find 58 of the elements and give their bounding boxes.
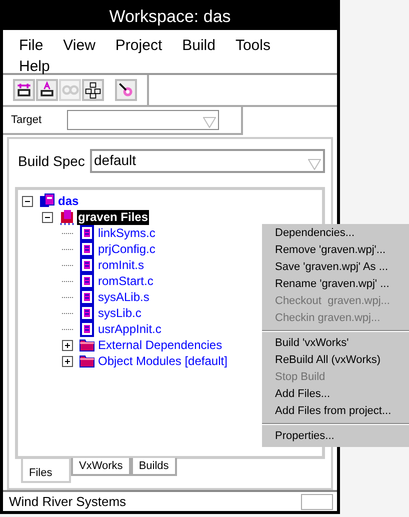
folder-icon [79, 337, 95, 353]
tree-item[interactable]: External Dependencies [97, 338, 224, 352]
status-text: Wind River Systems [9, 492, 126, 511]
expand-icon[interactable] [62, 356, 73, 366]
tree-item[interactable]: romStart.c [97, 274, 154, 288]
tab[interactable]: Files [21, 459, 71, 483]
toolbar-button[interactable] [13, 79, 35, 101]
tree-item[interactable]: romInit.s [97, 258, 146, 272]
menu-item[interactable]: Rename 'graven.wpj' ... [262, 276, 409, 293]
build-spec-label: Build Spec [17, 152, 86, 171]
tree-item[interactable]: das [57, 194, 80, 208]
tab[interactable]: VxWorks [71, 458, 131, 476]
document-icon [79, 225, 95, 241]
tree-item[interactable]: linkSyms.c [97, 226, 156, 240]
window-title: Workspace: das [3, 3, 337, 30]
tree-item[interactable]: prjConfig.c [97, 242, 156, 256]
toolbar-button[interactable] [115, 79, 137, 101]
toolbar-button[interactable] [82, 79, 104, 101]
folder-icon [79, 353, 95, 369]
menu-item[interactable]: File [19, 35, 44, 56]
project-icon [39, 193, 55, 209]
tree-item[interactable]: Object Modules [default] [97, 354, 228, 368]
boxes-icon [84, 80, 102, 100]
menu-item[interactable]: Tools [235, 35, 270, 56]
document-icon [79, 289, 95, 305]
document-icon [79, 273, 95, 289]
document-icon [79, 257, 95, 273]
menu-item[interactable]: View [63, 35, 96, 56]
menu-item[interactable]: Build [182, 35, 216, 56]
tree-item[interactable]: sysALib.s [97, 290, 150, 304]
books-icon [59, 209, 75, 225]
target-dropdown[interactable] [67, 110, 219, 130]
menu-item[interactable]: Project [115, 35, 162, 56]
tab[interactable]: Builds [130, 458, 177, 476]
build-spec-dropdown[interactable]: default [90, 149, 325, 173]
document-icon [79, 241, 95, 257]
menu-item[interactable]: Dependencies... [262, 225, 409, 242]
target-label: Target [10, 112, 43, 128]
menu-item[interactable]: Add Files... [262, 386, 409, 403]
dropdown-icon [203, 117, 216, 128]
menu-item[interactable]: Save 'graven.wpj' As ... [262, 259, 409, 276]
document-icon [79, 321, 95, 337]
menu-item[interactable]: Properties... [262, 428, 409, 445]
status-field [301, 494, 333, 510]
toolbar-button[interactable] [36, 79, 58, 101]
collapse-icon[interactable] [22, 196, 33, 206]
tree-item[interactable]: usrAppInit.c [97, 322, 162, 336]
dropdown-icon [308, 159, 321, 170]
menu-item[interactable]: Help [19, 56, 50, 77]
menu-item[interactable]: Remove 'graven.wpj'... [262, 242, 409, 259]
menu-item[interactable]: Add Files from project... [262, 403, 409, 420]
tree-item[interactable]: sysLib.c [97, 306, 142, 320]
menu-item[interactable]: Build 'vxWorks' [262, 335, 409, 352]
collapse-icon[interactable] [42, 212, 53, 222]
expand-icon[interactable] [62, 340, 73, 350]
document-icon [79, 305, 95, 321]
tree-item[interactable]: graven Files [77, 210, 150, 224]
menu-item[interactable]: ReBuild All (vxWorks) [262, 352, 409, 369]
